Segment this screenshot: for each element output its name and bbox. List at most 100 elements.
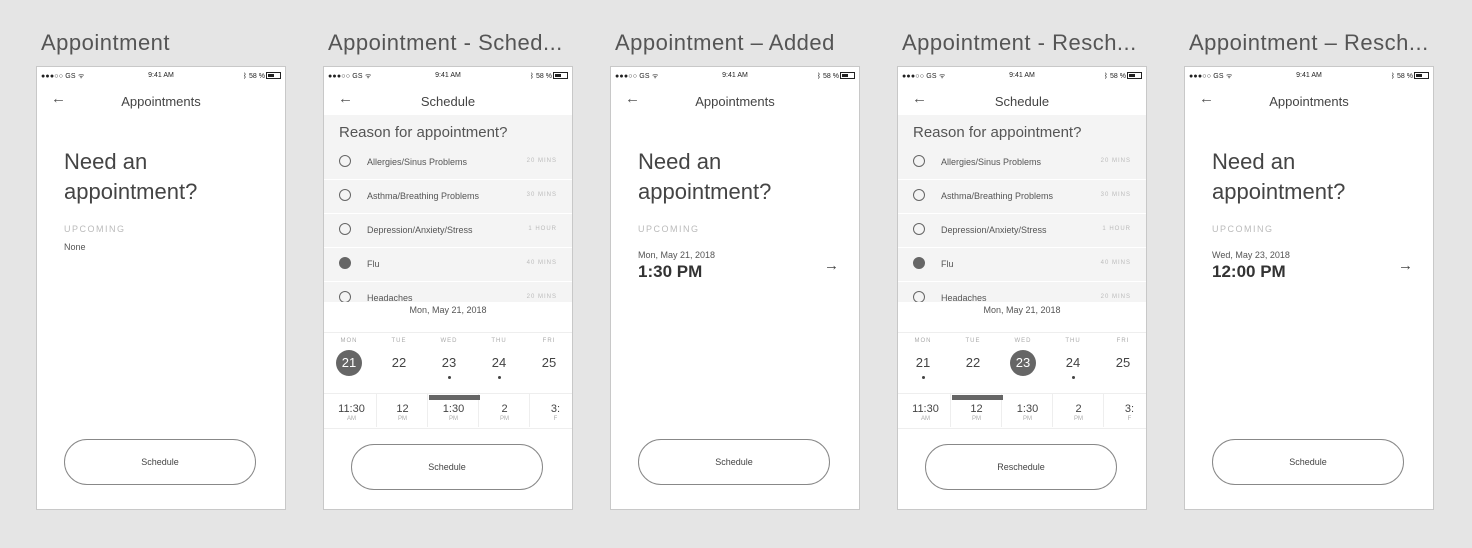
- day-name: MON: [340, 338, 358, 344]
- schedule-button[interactable]: Schedule: [1212, 439, 1404, 485]
- schedule-button[interactable]: Schedule: [638, 439, 830, 485]
- radio-button[interactable]: [913, 189, 925, 201]
- time-slot[interactable]: 3: F: [531, 394, 572, 427]
- reason-option[interactable]: Asthma/Breathing Problems 30 MINS: [898, 179, 1146, 214]
- availability-dot: [1022, 376, 1025, 379]
- reason-option[interactable]: Allergies/Sinus Problems 20 MINS: [324, 145, 572, 180]
- battery-percent: ᛒ 58 %: [1390, 73, 1413, 80]
- schedule-button[interactable]: Schedule: [64, 439, 256, 485]
- day-number: 23: [1010, 350, 1036, 376]
- battery-status: ᛒ 58 %: [1391, 72, 1429, 80]
- time-slot[interactable]: 1:30 PM: [1003, 394, 1053, 427]
- reason-name: Depression/Anxiety/Stress: [941, 225, 1047, 235]
- day-option[interactable]: FRI 25: [524, 338, 572, 376]
- slot-time: 3:: [1124, 403, 1135, 415]
- time-slot[interactable]: 2 PM: [480, 394, 530, 427]
- hero-heading: Need an appointment?: [638, 147, 771, 207]
- day-name: FRI: [1116, 338, 1130, 344]
- reason-option[interactable]: Flu 40 MINS: [324, 247, 572, 282]
- availability-dot: [498, 376, 501, 379]
- day-name: TUE: [965, 338, 981, 344]
- time-slot[interactable]: 3: F: [1105, 394, 1146, 427]
- status-bar: ●●●○○ GS ᯤ 9:41 AM ᛒ 58 %: [898, 67, 1146, 85]
- hero-line: appointment?: [638, 179, 772, 204]
- reason-option[interactable]: Depression/Anxiety/Stress 1 HOUR: [898, 213, 1146, 248]
- time-slot[interactable]: 12 PM: [378, 394, 428, 427]
- selected-slot-indicator: [952, 395, 1003, 400]
- slot-period: PM: [1074, 416, 1083, 422]
- reason-duration: 30 MINS: [1100, 192, 1131, 198]
- slot-period: PM: [398, 416, 407, 422]
- reason-name: Flu: [941, 259, 954, 269]
- nav-title: Appointments: [695, 94, 775, 109]
- status-bar: ●●●○○ GS ᯤ 9:41 AM ᛒ 58 %: [324, 67, 572, 85]
- day-option[interactable]: TUE 22: [374, 338, 424, 376]
- reason-option[interactable]: Asthma/Breathing Problems 30 MINS: [324, 179, 572, 214]
- reason-option[interactable]: Headaches 20 MINS: [324, 281, 572, 302]
- reason-duration: 20 MINS: [1100, 158, 1131, 164]
- upcoming-label: UPCOMING: [1212, 224, 1274, 234]
- availability-dot: [348, 376, 351, 379]
- availability-dot: [922, 376, 925, 379]
- radio-button[interactable]: [913, 291, 925, 302]
- arrow-right-icon[interactable]: →: [1398, 257, 1413, 274]
- radio-button[interactable]: [913, 155, 925, 167]
- radio-button[interactable]: [339, 257, 351, 269]
- day-option[interactable]: THU 24: [474, 338, 524, 379]
- reason-name: Headaches: [367, 293, 413, 302]
- radio-button[interactable]: [339, 155, 351, 167]
- day-number: 21: [915, 355, 931, 370]
- slot-period: AM: [347, 416, 356, 422]
- hero-heading: Need an appointment?: [1212, 147, 1345, 207]
- day-option[interactable]: FRI 25: [1098, 338, 1146, 376]
- availability-dot: [1072, 376, 1075, 379]
- radio-button[interactable]: [913, 223, 925, 235]
- reason-option[interactable]: Flu 40 MINS: [898, 247, 1146, 282]
- artboard-title: Appointment: [41, 30, 171, 55]
- reason-list: Reason for appointment? Allergies/Sinus P…: [898, 115, 1146, 302]
- hero-heading: Need an appointment?: [64, 147, 197, 207]
- phone-screen: ●●●○○ GS ᯤ 9:41 AM ᛒ 58 % ← Appointments Need…: [1184, 66, 1434, 510]
- reason-duration: 20 MINS: [1100, 294, 1131, 300]
- nav-bar: ← Appointments: [1185, 85, 1433, 115]
- reason-duration: 20 MINS: [526, 294, 557, 300]
- day-name: THU: [491, 338, 507, 344]
- time-slot[interactable]: 11:30 AM: [901, 394, 951, 427]
- reason-option[interactable]: Depression/Anxiety/Stress 1 HOUR: [324, 213, 572, 248]
- time-slot[interactable]: 2 PM: [1054, 394, 1104, 427]
- reason-name: Asthma/Breathing Problems: [941, 191, 1054, 201]
- day-option[interactable]: THU 24: [1048, 338, 1098, 379]
- battery-icon: [1127, 72, 1142, 79]
- selected-slot-indicator: [429, 395, 480, 400]
- arrow-right-icon[interactable]: →: [824, 257, 839, 274]
- slot-time: 1:30: [1016, 403, 1039, 415]
- slot-period: AM: [921, 416, 930, 422]
- day-number: 22: [391, 355, 407, 370]
- reschedule-button[interactable]: Reschedule: [925, 444, 1117, 490]
- reason-option[interactable]: Allergies/Sinus Problems 20 MINS: [898, 145, 1146, 180]
- day-option[interactable]: WED 23: [998, 338, 1048, 379]
- day-option[interactable]: TUE 22: [948, 338, 998, 376]
- reason-option[interactable]: Headaches 20 MINS: [898, 281, 1146, 302]
- reason-duration: 1 HOUR: [1102, 226, 1131, 232]
- day-number: 25: [1115, 355, 1131, 370]
- battery-status: ᛒ 58 %: [817, 72, 855, 80]
- radio-button[interactable]: [339, 291, 351, 302]
- reason-duration: 30 MINS: [526, 192, 557, 198]
- radio-button[interactable]: [339, 223, 351, 235]
- day-name: THU: [1065, 338, 1081, 344]
- day-option[interactable]: MON 21: [898, 338, 948, 379]
- artboard-title: Appointment – Added: [615, 30, 835, 55]
- day-option[interactable]: WED 23: [424, 338, 474, 379]
- time-slot[interactable]: 11:30 AM: [327, 394, 377, 427]
- battery-percent: ᛒ 58 %: [816, 73, 839, 80]
- day-option[interactable]: MON 21: [324, 338, 374, 379]
- appointment-time: 1:30 PM: [638, 262, 703, 281]
- slot-time: 2: [1075, 403, 1082, 415]
- radio-button[interactable]: [339, 189, 351, 201]
- slot-period: F: [1127, 416, 1132, 422]
- slot-time: 1:30: [442, 403, 465, 415]
- radio-button[interactable]: [913, 257, 925, 269]
- schedule-button[interactable]: Schedule: [351, 444, 543, 490]
- reason-duration: 20 MINS: [526, 158, 557, 164]
